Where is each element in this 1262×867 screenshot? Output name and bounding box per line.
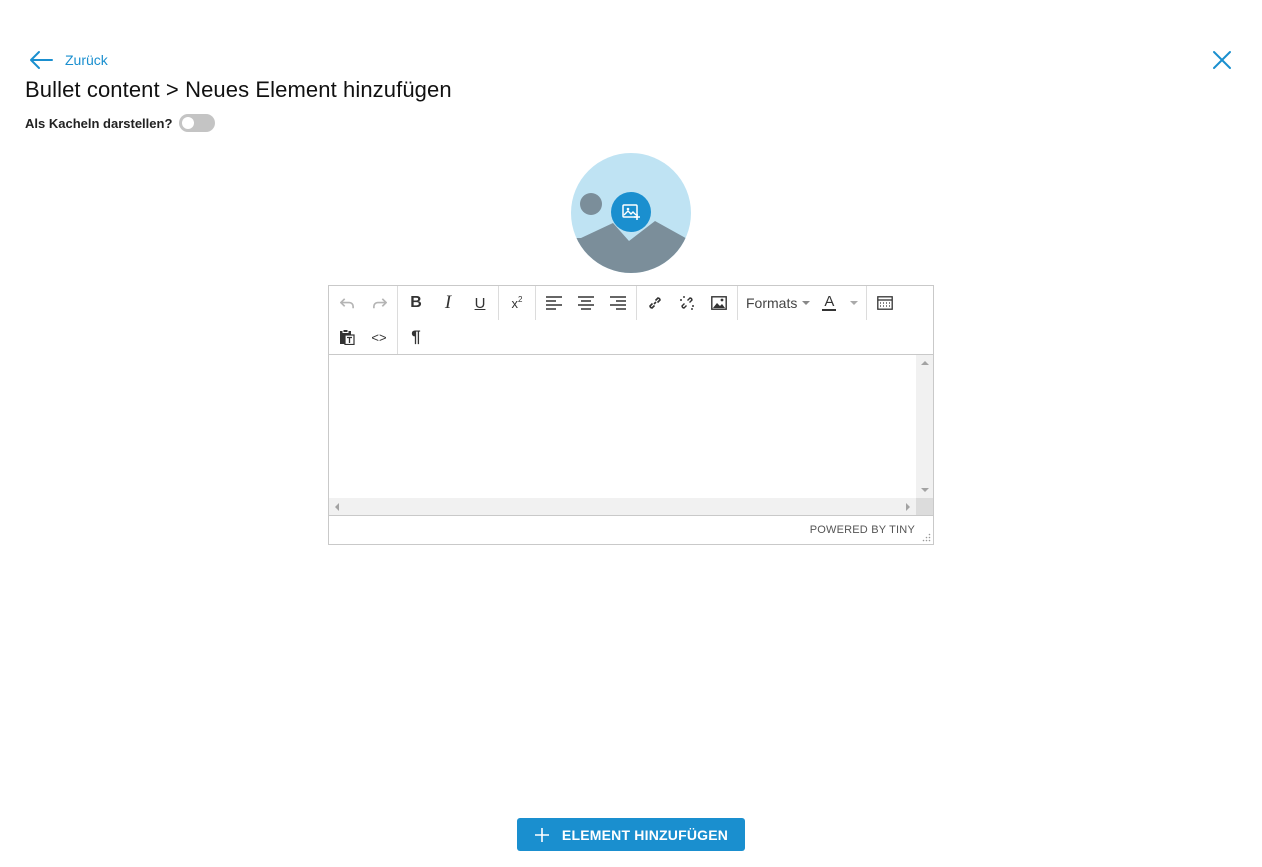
align-center-icon	[578, 296, 594, 310]
image-upload-placeholder[interactable]	[571, 153, 691, 273]
align-center-button[interactable]	[570, 288, 602, 318]
tile-toggle-row: Als Kacheln darstellen?	[25, 114, 216, 132]
tile-toggle-switch[interactable]	[179, 114, 216, 132]
superscript-icon: x2	[511, 295, 523, 311]
undo-button[interactable]	[331, 288, 363, 318]
scroll-down-icon[interactable]	[921, 488, 929, 492]
bold-button[interactable]: B	[400, 288, 432, 318]
add-element-button[interactable]: ELEMENT HINZUFÜGEN	[517, 818, 745, 851]
show-blocks-button[interactable]: ¶	[400, 322, 432, 352]
align-right-button[interactable]	[602, 288, 634, 318]
text-color-picker[interactable]: A	[816, 288, 864, 318]
align-left-button[interactable]	[538, 288, 570, 318]
paste-text-icon	[340, 329, 355, 345]
formats-label: Formats	[746, 295, 798, 311]
add-image-button[interactable]	[611, 192, 651, 232]
superscript-button[interactable]: x2	[501, 288, 533, 318]
redo-button[interactable]	[363, 288, 395, 318]
editor-toolbar: B I U x2 Formats A <> ¶	[329, 286, 933, 355]
horizontal-scrollbar[interactable]	[329, 498, 916, 515]
editor-content-area[interactable]	[329, 355, 933, 515]
scroll-right-icon[interactable]	[906, 503, 910, 511]
scroll-up-icon[interactable]	[921, 361, 929, 365]
image-add-icon	[622, 204, 640, 220]
link-button[interactable]	[639, 288, 671, 318]
image-icon	[711, 296, 727, 310]
close-icon	[1213, 51, 1231, 69]
editor-statusbar: POWERED BY TINY	[329, 515, 933, 544]
rich-text-editor: B I U x2 Formats A <> ¶ POWERED BY TINY	[328, 285, 934, 545]
page-title: Bullet content > Neues Element hinzufüge…	[25, 77, 452, 102]
source-code-button[interactable]: <>	[363, 322, 395, 352]
align-left-icon	[546, 296, 562, 310]
close-button[interactable]	[1212, 50, 1232, 70]
resize-handle-icon[interactable]	[922, 533, 931, 542]
italic-icon: I	[444, 292, 452, 313]
powered-by-link[interactable]: POWERED BY TINY	[810, 524, 915, 536]
back-label: Zurück	[65, 52, 108, 68]
link-icon	[649, 297, 661, 309]
bold-icon: B	[410, 294, 422, 311]
formats-dropdown[interactable]: Formats	[740, 288, 816, 318]
underline-button[interactable]: U	[464, 288, 496, 318]
redo-icon	[372, 297, 387, 308]
arrow-left-icon	[30, 51, 53, 69]
code-icon: <>	[371, 329, 387, 345]
add-element-label: ELEMENT HINZUFÜGEN	[561, 826, 729, 843]
unlink-button[interactable]	[671, 288, 703, 318]
italic-button[interactable]: I	[432, 288, 464, 318]
unlink-icon	[680, 296, 694, 310]
underline-icon: U	[474, 294, 486, 312]
chevron-down-icon	[802, 301, 811, 305]
text-color-icon: A	[822, 293, 837, 311]
insert-image-button[interactable]	[703, 288, 735, 318]
tile-toggle-label: Als Kacheln darstellen?	[25, 115, 173, 131]
chevron-down-icon	[850, 301, 859, 305]
paste-as-text-button[interactable]	[331, 322, 363, 352]
toggle-knob	[182, 117, 195, 129]
scrollbar-corner	[916, 498, 933, 515]
table-icon	[877, 296, 894, 310]
plus-icon	[534, 827, 549, 842]
undo-icon	[339, 297, 354, 308]
table-button[interactable]	[869, 288, 901, 318]
back-link[interactable]: Zurück	[28, 49, 108, 71]
scroll-left-icon[interactable]	[335, 503, 339, 511]
paragraph-icon: ¶	[411, 327, 421, 346]
align-right-icon	[610, 296, 626, 310]
vertical-scrollbar[interactable]	[916, 355, 933, 498]
